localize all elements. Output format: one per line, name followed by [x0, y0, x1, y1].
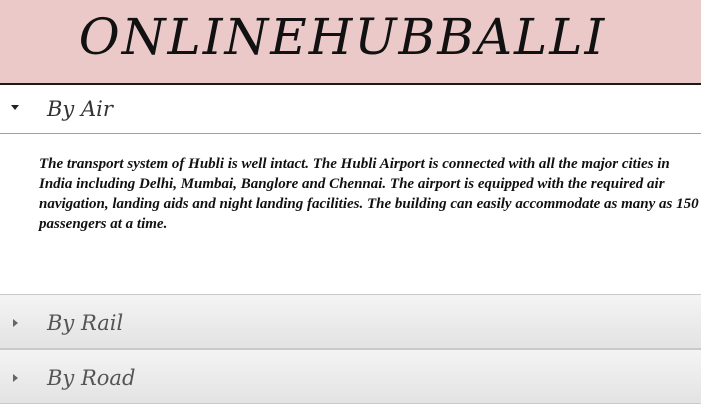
caret-right-icon: [13, 374, 18, 382]
site-header: ONLINEHUBBALLI: [0, 0, 701, 85]
accordion-label-by-air: By Air: [47, 97, 113, 121]
caret-right-icon: [13, 319, 18, 327]
site-title: ONLINEHUBBALLI: [78, 8, 607, 66]
accordion-header-by-road[interactable]: By Road: [0, 349, 701, 404]
accordion-label-by-road: By Road: [47, 366, 136, 390]
accordion-header-by-air[interactable]: By Air: [0, 86, 701, 134]
accordion-header-by-rail[interactable]: By Rail: [0, 294, 701, 349]
caret-down-icon: [11, 105, 19, 110]
accordion-panel-by-air: The transport system of Hubli is well in…: [0, 134, 701, 294]
accordion-label-by-rail: By Rail: [47, 311, 124, 335]
transport-accordion: By Air The transport system of Hubli is …: [0, 86, 701, 404]
by-air-description: The transport system of Hubli is well in…: [39, 156, 699, 232]
